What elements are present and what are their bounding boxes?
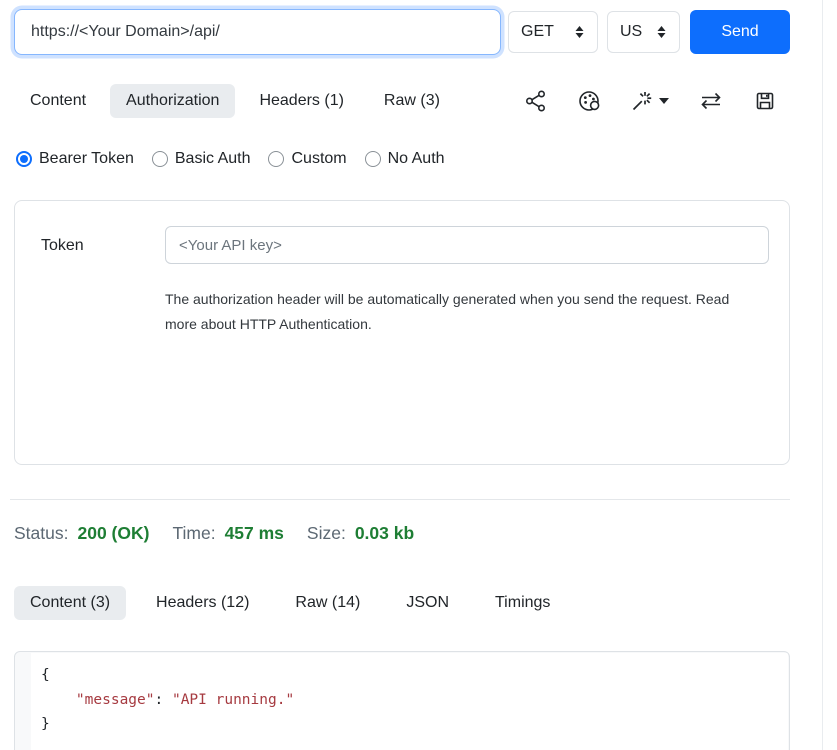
api-client-app: GET US Send Content Authorization Header… xyxy=(0,0,837,750)
method-select-value: GET xyxy=(521,23,554,41)
token-label: Token xyxy=(41,237,84,255)
time-value: 457 ms xyxy=(225,523,284,544)
json-value: "API running." xyxy=(172,692,294,708)
response-code-area[interactable]: { "message": "API running." } xyxy=(31,653,788,750)
json-close-brace: } xyxy=(41,716,50,732)
time-label: Time: xyxy=(172,523,215,544)
response-status-bar: Status: 200 (OK) Time: 457 ms Size: 0.03… xyxy=(14,523,437,544)
radio-unselected-icon xyxy=(152,151,168,167)
tab-content[interactable]: Content xyxy=(14,84,102,118)
radio-bearer-token[interactable]: Bearer Token xyxy=(16,150,134,168)
radio-label: Custom xyxy=(291,150,346,168)
url-input[interactable] xyxy=(14,9,501,55)
size-value: 0.03 kb xyxy=(355,523,414,544)
magic-wand-icon[interactable] xyxy=(630,89,669,113)
save-icon[interactable] xyxy=(753,89,777,113)
radio-label: Bearer Token xyxy=(39,150,134,168)
tab-response-timings[interactable]: Timings xyxy=(479,586,566,620)
method-select[interactable]: GET xyxy=(508,11,598,53)
section-divider xyxy=(10,499,790,500)
auth-help-text: The authorization header will be automat… xyxy=(165,287,757,337)
response-tabs: Content (3) Headers (12) Raw (14) JSON T… xyxy=(14,586,566,620)
select-updown-icon xyxy=(574,25,585,39)
send-button[interactable]: Send xyxy=(690,10,790,54)
radio-unselected-icon xyxy=(365,151,381,167)
response-json-code: { "message": "API running." } xyxy=(31,653,788,737)
page-right-border xyxy=(822,0,823,750)
radio-no-auth[interactable]: No Auth xyxy=(365,150,445,168)
json-key: "message" xyxy=(76,692,155,708)
request-toolbar xyxy=(524,89,777,113)
bearer-token-panel: Token The authorization header will be a… xyxy=(14,200,790,465)
radio-custom[interactable]: Custom xyxy=(268,150,346,168)
region-select[interactable]: US xyxy=(607,11,680,53)
share-icon[interactable] xyxy=(524,89,548,113)
radio-label: No Auth xyxy=(388,150,445,168)
tab-response-headers[interactable]: Headers (12) xyxy=(140,586,265,620)
radio-basic-auth[interactable]: Basic Auth xyxy=(152,150,251,168)
tab-response-content[interactable]: Content (3) xyxy=(14,586,126,620)
json-open-brace: { xyxy=(41,667,50,683)
status-label: Status: xyxy=(14,523,68,544)
palette-icon[interactable] xyxy=(577,89,601,113)
tab-raw[interactable]: Raw (3) xyxy=(368,84,456,118)
tab-authorization[interactable]: Authorization xyxy=(110,84,235,118)
response-body-panel: { "message": "API running." } xyxy=(14,651,790,750)
tab-headers[interactable]: Headers (1) xyxy=(243,84,359,118)
select-updown-icon xyxy=(656,25,667,39)
size-label: Size: xyxy=(307,523,346,544)
chevron-down-icon xyxy=(659,98,669,104)
status-value: 200 (OK) xyxy=(77,523,149,544)
auth-type-options: Bearer Token Basic Auth Custom No Auth xyxy=(16,150,445,168)
token-input[interactable] xyxy=(165,226,769,264)
tab-response-json[interactable]: JSON xyxy=(390,586,465,620)
region-select-value: US xyxy=(620,23,642,41)
radio-label: Basic Auth xyxy=(175,150,251,168)
radio-unselected-icon xyxy=(268,151,284,167)
swap-arrows-icon[interactable] xyxy=(698,89,724,113)
json-separator: : xyxy=(155,692,172,708)
request-tabs: Content Authorization Headers (1) Raw (3… xyxy=(14,84,456,118)
radio-selected-icon xyxy=(16,151,32,167)
tab-response-raw[interactable]: Raw (14) xyxy=(279,586,376,620)
json-indent xyxy=(41,692,76,708)
